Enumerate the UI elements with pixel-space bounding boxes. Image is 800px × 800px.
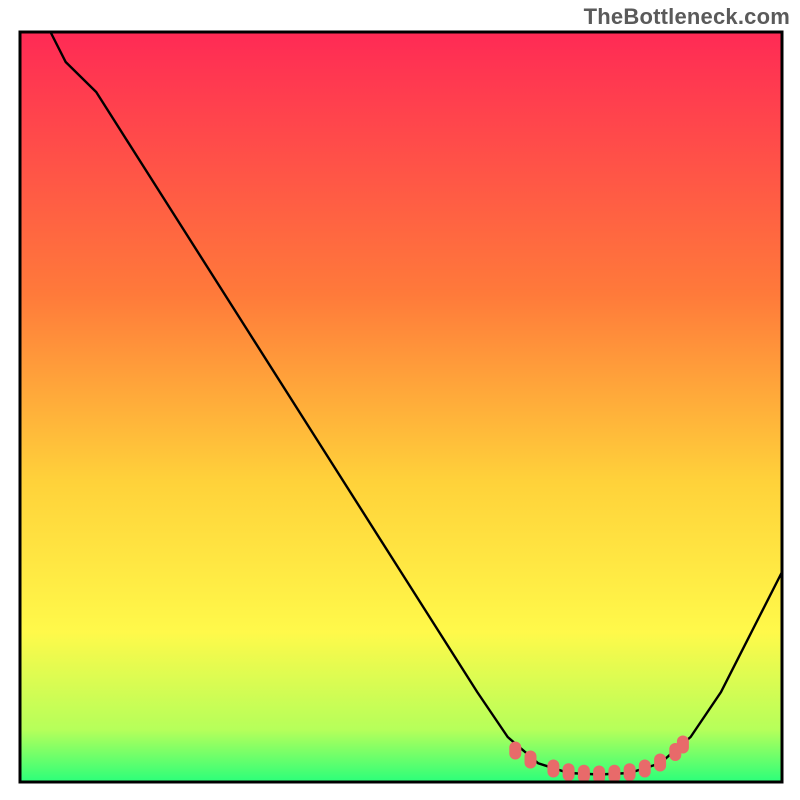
chart-container: TheBottleneck.com	[0, 0, 800, 800]
optimal-marker	[639, 760, 651, 778]
optimal-marker	[578, 765, 590, 783]
optimal-marker	[525, 751, 537, 769]
optimal-marker	[608, 765, 620, 783]
optimal-marker	[509, 742, 521, 760]
optimal-marker	[654, 754, 666, 772]
bottleneck-chart	[0, 0, 800, 800]
optimal-marker	[624, 763, 636, 781]
watermark-text: TheBottleneck.com	[584, 4, 790, 30]
optimal-marker	[563, 763, 575, 781]
gradient-background	[20, 32, 782, 782]
optimal-marker	[677, 736, 689, 754]
optimal-marker	[547, 760, 559, 778]
